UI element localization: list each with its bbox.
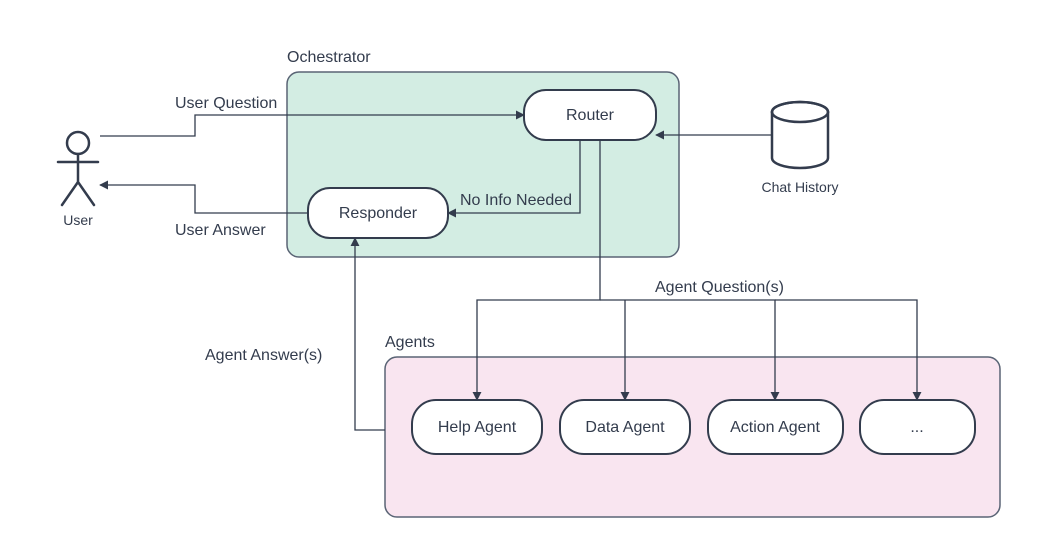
edge-agent-answers-label: Agent Answer(s) [205,347,322,364]
orchestrator-title: Ochestrator [287,49,371,66]
edge-user-question-label: User Question [175,95,277,112]
edge-user-answer [100,185,308,213]
chat-history-icon [772,102,828,168]
action-agent-label: Action Agent [730,419,820,436]
help-agent-label: Help Agent [438,419,517,436]
router-label: Router [566,107,615,124]
user-label: User [63,212,93,228]
data-agent-label: Data Agent [585,419,665,436]
edge-user-answer-label: User Answer [175,222,266,239]
more-agent-label: ... [910,419,923,436]
edge-agent-questions-label: Agent Question(s) [655,279,784,296]
edge-no-info-label: No Info Needed [460,192,572,209]
user-icon [58,132,98,205]
responder-label: Responder [339,205,418,222]
edge-agent-answers [355,238,385,430]
chat-history-label: Chat History [761,179,838,195]
agents-title: Agents [385,334,435,351]
